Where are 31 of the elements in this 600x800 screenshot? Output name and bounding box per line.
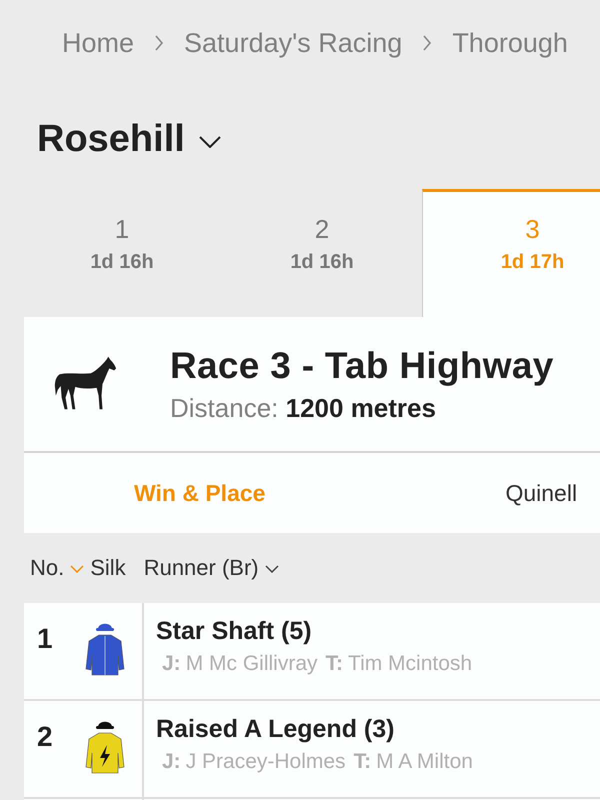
column-header[interactable]: Runner (Br) (144, 555, 259, 581)
distance-value: 1200 metres (286, 392, 436, 422)
distance-label: Distance: (170, 392, 278, 422)
column-label: Silk (90, 555, 126, 581)
runner-number: 2 (37, 720, 54, 753)
jockey-label: J: (162, 750, 181, 773)
jockey-label: J: (162, 652, 181, 675)
trainer-label: T: (326, 652, 344, 675)
sort-icon[interactable] (264, 565, 279, 573)
column-header[interactable]: No. (30, 555, 64, 581)
meeting-title[interactable]: Rosehill (37, 118, 185, 160)
chevron-down-icon[interactable] (198, 136, 221, 148)
runner-name[interactable]: Star Shaft (5) (156, 617, 472, 646)
breadcrumb-link[interactable]: Saturday's Racing (184, 28, 402, 58)
jockey-name: J Pracey-Holmes (186, 750, 346, 773)
trainer-name: M A Milton (376, 750, 473, 773)
race-title: Race 3 - Tab Highway (170, 344, 554, 386)
trainer-name: Tim Mcintosh (348, 652, 472, 675)
race-tab[interactable]: 1 1d 16h (22, 189, 222, 317)
market-tab[interactable]: Quinell (505, 480, 578, 506)
trainer-label: T: (354, 750, 372, 773)
breadcrumb-link[interactable]: Thorough (452, 28, 568, 58)
race-tab[interactable]: 3 1d 17h (422, 189, 600, 317)
chevron-right-icon (154, 35, 164, 51)
market-tab[interactable]: Win & Place (134, 480, 266, 506)
chevron-right-icon (422, 35, 432, 51)
jockey-name: M Mc Gillivray (186, 652, 318, 675)
race-tab[interactable]: 2 1d 16h (222, 189, 422, 317)
runner-name[interactable]: Raised A Legend (3) (156, 715, 473, 744)
breadcrumb-link[interactable]: Home (62, 28, 134, 58)
runner-number: 1 (37, 622, 54, 655)
